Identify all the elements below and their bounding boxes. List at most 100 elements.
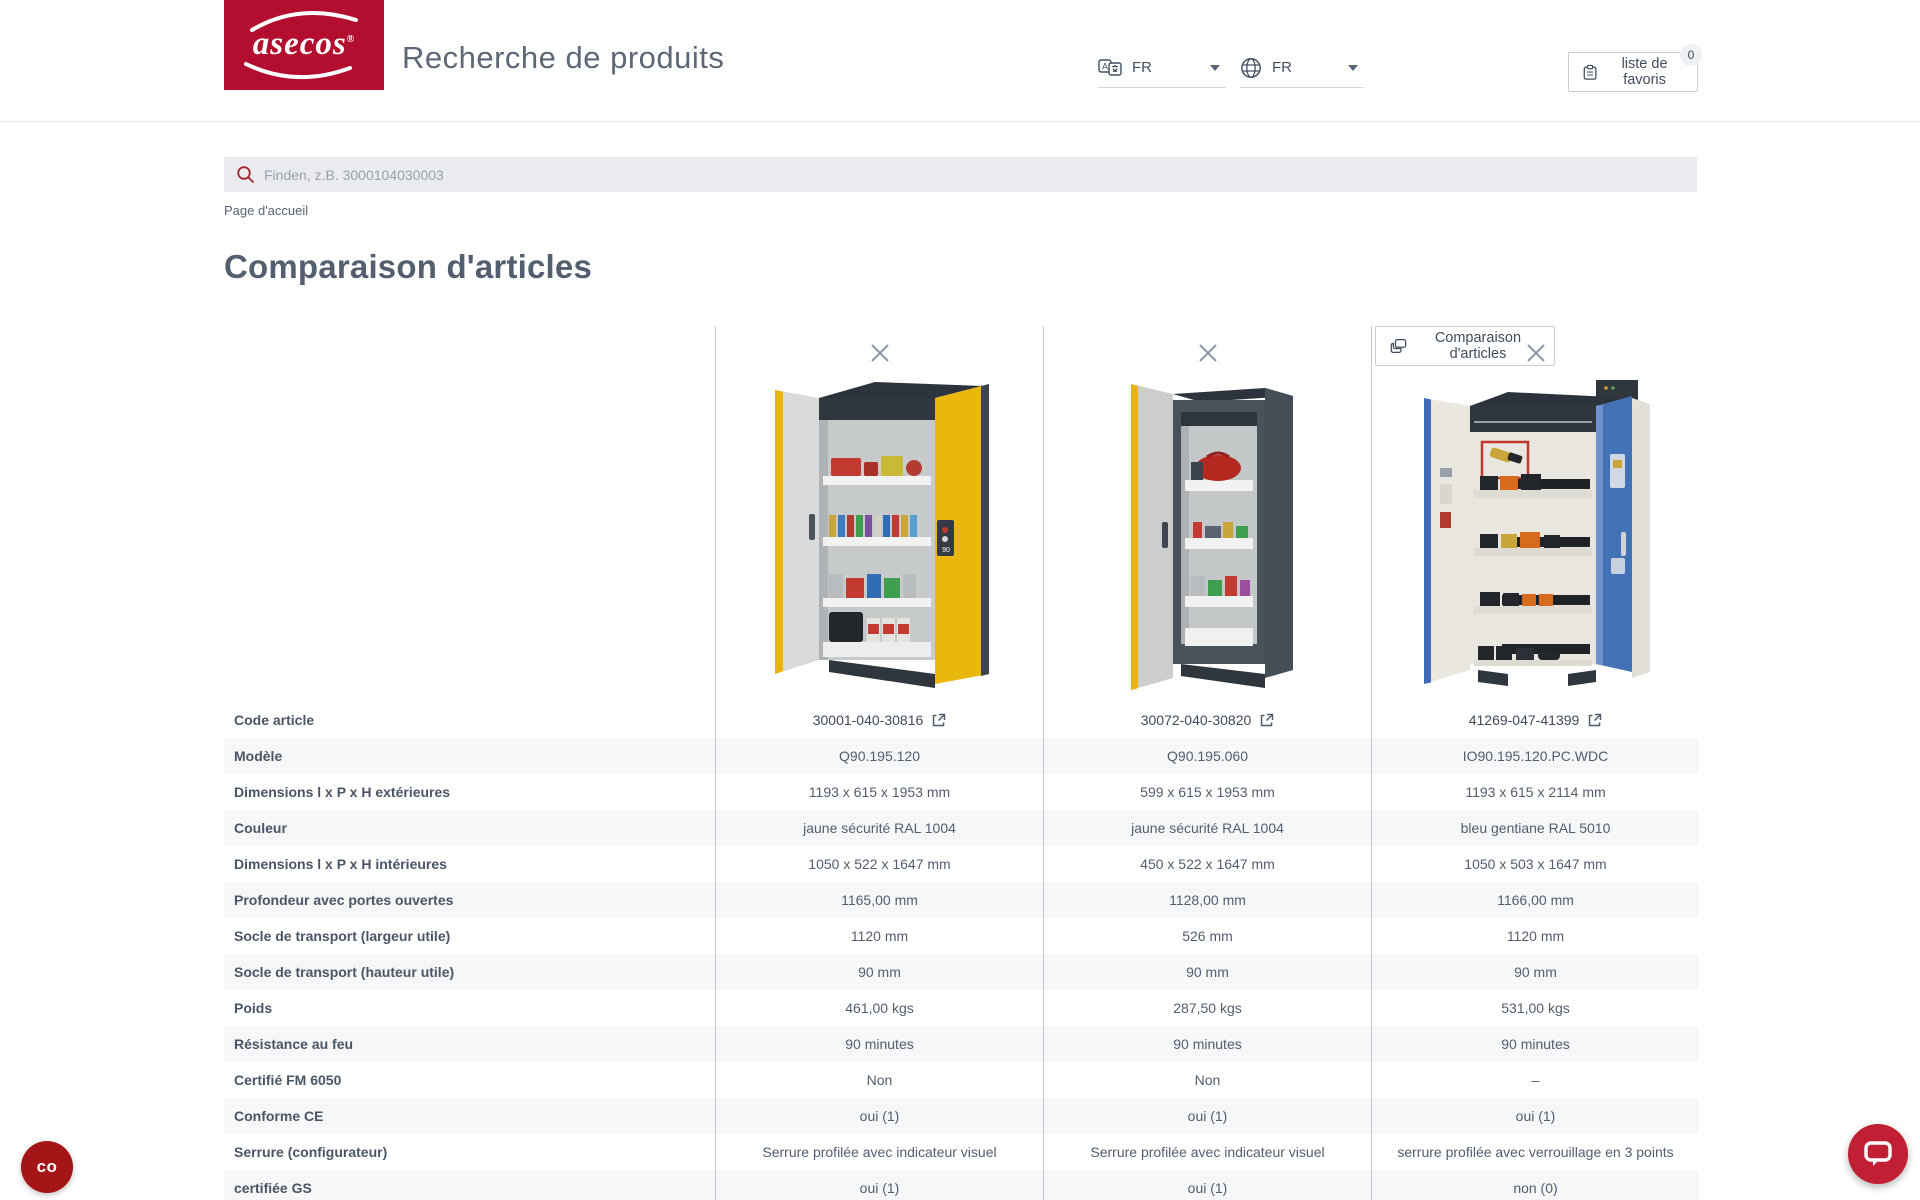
row-label: certifiée GS	[224, 1170, 715, 1200]
row-value: bleu gentiane RAL 5010	[1371, 810, 1699, 846]
close-icon	[869, 342, 891, 364]
table-row: Conforme CEoui (1)oui (1)oui (1)	[224, 1098, 1699, 1134]
table-row: Socle de transport (largeur utile)1120 m…	[224, 918, 1699, 954]
row-value: jaune sécurité RAL 1004	[1043, 810, 1371, 846]
row-label: Dimensions l x P x H intérieures	[224, 846, 715, 882]
cookie-consent-button[interactable]: co	[21, 1141, 73, 1193]
remove-product-button[interactable]	[1521, 338, 1551, 368]
row-label: Couleur	[224, 810, 715, 846]
favorites-count-badge: 0	[1680, 44, 1702, 66]
breadcrumb[interactable]: Page d'accueil	[224, 203, 308, 218]
table-row: Profondeur avec portes ouvertes1165,00 m…	[224, 882, 1699, 918]
row-value: IO90.195.120.PC.WDC	[1371, 738, 1699, 774]
row-value: 461,00 kgs	[715, 990, 1043, 1026]
row-value: Serrure profilée avec indicateur visuel	[1043, 1134, 1371, 1170]
language-value: FR	[1132, 59, 1152, 76]
row-value: 1120 mm	[1371, 918, 1699, 954]
row-value: 599 x 615 x 1953 mm	[1043, 774, 1371, 810]
row-value: Q90.195.060	[1043, 738, 1371, 774]
language-select[interactable]: A FR	[1098, 48, 1226, 88]
table-row: Dimensions l x P x H extérieures1193 x 6…	[224, 774, 1699, 810]
row-value: 90 minutes	[1371, 1026, 1699, 1062]
page-title: Comparaison d'articles	[224, 248, 592, 286]
row-value: 1165,00 mm	[715, 882, 1043, 918]
row-value: 90 mm	[715, 954, 1043, 990]
row-value: Non	[1043, 1062, 1371, 1098]
country-value: FR	[1272, 59, 1292, 76]
country-select[interactable]: FR	[1240, 48, 1364, 88]
row-label: Résistance au feu	[224, 1026, 715, 1062]
table-row: Dimensions l x P x H intérieures1050 x 5…	[224, 846, 1699, 882]
row-label: Socle de transport (hauteur utile)	[224, 954, 715, 990]
close-icon	[1525, 342, 1547, 364]
remove-product-button[interactable]	[865, 338, 895, 368]
asecos-logo[interactable]: asecos®	[224, 0, 384, 90]
row-value: 90 minutes	[715, 1026, 1043, 1062]
row-label: Profondeur avec portes ouvertes	[224, 882, 715, 918]
table-row: Socle de transport (hauteur utile)90 mm9…	[224, 954, 1699, 990]
remove-product-button[interactable]	[1193, 338, 1223, 368]
row-label: Dimensions l x P x H extérieures	[224, 774, 715, 810]
row-value: 531,00 kgs	[1371, 990, 1699, 1026]
svg-text:A: A	[1102, 62, 1108, 72]
product-column-1: 90	[715, 326, 1043, 702]
favorites-button-label: liste de favoris	[1606, 56, 1683, 88]
close-icon	[1197, 342, 1219, 364]
external-link-icon	[1587, 713, 1602, 728]
row-value: 90 mm	[1043, 954, 1371, 990]
row-label: Serrure (configurateur)	[224, 1134, 715, 1170]
row-value: 287,50 kgs	[1043, 990, 1371, 1026]
table-row: certifiée GSoui (1)oui (1)non (0)	[224, 1170, 1699, 1200]
row-value: 1050 x 522 x 1647 mm	[715, 846, 1043, 882]
row-value: 1193 x 615 x 1953 mm	[715, 774, 1043, 810]
table-row: Serrure (configurateur) Serrure profilée …	[224, 1134, 1699, 1170]
table-row: Code article30001-040-30816 30072-040-30…	[224, 702, 1699, 738]
product-column-2	[1043, 326, 1371, 702]
clipboard-icon	[1583, 63, 1597, 82]
row-value: oui (1)	[1043, 1170, 1371, 1200]
comparison-table: 90	[224, 326, 1699, 1200]
chevron-down-icon	[1348, 65, 1358, 71]
app-title: Recherche de produits	[402, 40, 724, 76]
page: asecos® Recherche de produits A FR FR	[0, 0, 1920, 1200]
row-label: Conforme CE	[224, 1098, 715, 1134]
logo-text: asecos®	[224, 26, 384, 63]
product-column-3	[1371, 326, 1699, 702]
row-value: 1193 x 615 x 2114 mm	[1371, 774, 1699, 810]
row-value: 90 mm	[1371, 954, 1699, 990]
row-value: 1120 mm	[715, 918, 1043, 954]
chevron-down-icon	[1210, 65, 1220, 71]
table-row: Poids461,00 kgs287,50 kgs531,00 kgs	[224, 990, 1699, 1026]
row-value: oui (1)	[715, 1170, 1043, 1200]
row-value: 450 x 522 x 1647 mm	[1043, 846, 1371, 882]
header: asecos® Recherche de produits A FR FR	[0, 0, 1920, 122]
row-label: Code article	[224, 702, 715, 738]
globe-icon	[1240, 57, 1262, 79]
table-row: Couleurjaune sécurité RAL 1004jaune sécu…	[224, 810, 1699, 846]
search-input[interactable]	[264, 167, 1697, 183]
article-code-link[interactable]: 30072-040-30820	[1043, 702, 1371, 738]
product-media-row: 90	[224, 326, 1699, 702]
row-label: Socle de transport (largeur utile)	[224, 918, 715, 954]
search-icon	[236, 165, 255, 184]
row-value: 1166,00 mm	[1371, 882, 1699, 918]
chat-widget-button[interactable]	[1848, 1124, 1908, 1184]
translate-icon: A	[1098, 59, 1122, 76]
media-row-spacer	[224, 326, 715, 702]
favorites-button[interactable]: liste de favoris	[1568, 52, 1698, 92]
row-value: non (0)	[1371, 1170, 1699, 1200]
row-label: Poids	[224, 990, 715, 1026]
row-value: jaune sécurité RAL 1004	[715, 810, 1043, 846]
row-value: 90 minutes	[1043, 1026, 1371, 1062]
comparison-rows: Code article30001-040-30816 30072-040-30…	[224, 702, 1699, 1200]
row-value: oui (1)	[1371, 1098, 1699, 1134]
product-image-grey-cabinet	[1115, 372, 1300, 692]
article-code-link[interactable]: 30001-040-30816	[715, 702, 1043, 738]
external-link-icon	[931, 713, 946, 728]
row-label: Modèle	[224, 738, 715, 774]
svg-text:90: 90	[942, 547, 950, 554]
search-bar	[224, 157, 1697, 192]
product-image-blue-cabinet	[1418, 372, 1653, 702]
article-code-link[interactable]: 41269-047-41399	[1371, 702, 1699, 738]
row-value: oui (1)	[715, 1098, 1043, 1134]
